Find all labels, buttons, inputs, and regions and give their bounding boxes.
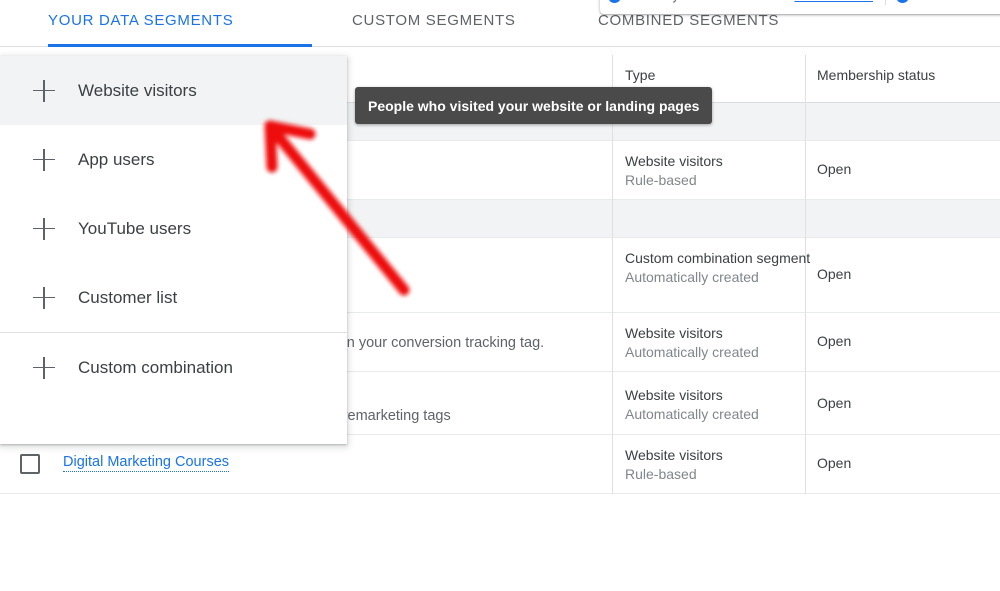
cell-membership-status: Open — [817, 455, 852, 471]
dropdown-item-label: Customer list — [78, 287, 178, 307]
tooltip-text: People who visited your website or landi… — [368, 97, 700, 114]
page-root: Type Membership status Website visitors … — [0, 0, 1000, 591]
column-divider — [612, 372, 613, 435]
type-primary: Website visitors — [625, 387, 723, 403]
column-divider — [805, 435, 806, 494]
notification-text: Review your account with us — [628, 0, 786, 3]
column-divider — [805, 55, 806, 103]
cell-membership-status: Open — [817, 333, 852, 349]
plus-icon — [33, 356, 55, 379]
type-primary: Custom combination segment — [625, 250, 811, 266]
type-secondary: Rule-based — [625, 172, 697, 188]
account-review-notification: i Review your account with us Schedule n… — [600, 0, 1000, 14]
plus-icon — [33, 286, 55, 309]
column-divider — [805, 141, 806, 200]
notification-tail-text: H — [915, 0, 924, 3]
divider — [884, 0, 886, 5]
dropdown-item-custom-combination[interactable]: Custom combination — [0, 333, 347, 402]
column-divider — [805, 313, 806, 372]
type-secondary: Automatically created — [625, 269, 759, 285]
column-divider — [612, 238, 613, 313]
cell-type: Custom combination segment Automatically… — [625, 249, 810, 287]
new-segment-dropdown-menu: Website visitors App users YouTube users… — [0, 56, 347, 444]
plus-icon — [33, 148, 55, 171]
column-divider — [612, 200, 613, 238]
type-secondary: Rule-based — [625, 466, 697, 482]
type-primary: Website visitors — [625, 325, 723, 341]
tab-custom-segments[interactable]: CUSTOM SEGMENTS — [352, 12, 516, 29]
column-divider — [805, 103, 806, 141]
dropdown-item-youtube-users[interactable]: YouTube users — [0, 194, 347, 263]
tab-your-data-segments[interactable]: YOUR DATA SEGMENTS — [48, 12, 233, 29]
row-checkbox[interactable] — [20, 454, 40, 474]
dropdown-item-label: YouTube users — [78, 218, 192, 238]
info-circle-icon: i — [608, 0, 621, 3]
dropdown-item-customer-list[interactable]: Customer list — [0, 263, 347, 332]
tooltip: People who visited your website or landi… — [355, 87, 713, 124]
cell-membership-status: Open — [817, 266, 852, 282]
dropdown-item-website-visitors[interactable]: Website visitors — [0, 56, 347, 125]
cell-type: Website visitors Automatically created — [625, 386, 759, 424]
type-secondary: Automatically created — [625, 344, 759, 360]
dropdown-item-label: Website visitors — [78, 80, 197, 100]
cell-membership-status: Open — [817, 161, 852, 177]
active-tab-indicator — [48, 44, 312, 47]
schedule-now-link[interactable]: Schedule now — [794, 0, 873, 3]
cell-type: Website visitors Rule-based — [625, 152, 723, 190]
plus-icon — [33, 217, 55, 240]
plus-icon — [33, 79, 55, 102]
type-primary: Website visitors — [625, 447, 723, 463]
type-secondary: Automatically created — [625, 406, 759, 422]
column-divider — [612, 313, 613, 372]
column-divider — [805, 200, 806, 238]
cell-membership-status: Open — [817, 395, 852, 411]
column-divider — [805, 372, 806, 435]
segment-name-link[interactable]: Digital Marketing Courses — [63, 454, 230, 472]
info-circle-icon[interactable]: i — [895, 0, 909, 3]
column-header-type[interactable]: Type — [625, 67, 655, 83]
column-divider — [612, 435, 613, 494]
cell-type: Website visitors Rule-based — [625, 446, 723, 484]
column-divider — [612, 141, 613, 200]
cell-type: Website visitors Automatically created — [625, 324, 759, 362]
dropdown-item-label: App users — [78, 149, 155, 169]
dropdown-item-label: Custom combination — [78, 357, 233, 377]
column-header-membership-status[interactable]: Membership status — [817, 67, 935, 83]
dropdown-item-app-users[interactable]: App users — [0, 125, 347, 194]
tab-combined-segments[interactable]: COMBINED SEGMENTS — [598, 12, 779, 29]
type-primary: Website visitors — [625, 153, 723, 169]
